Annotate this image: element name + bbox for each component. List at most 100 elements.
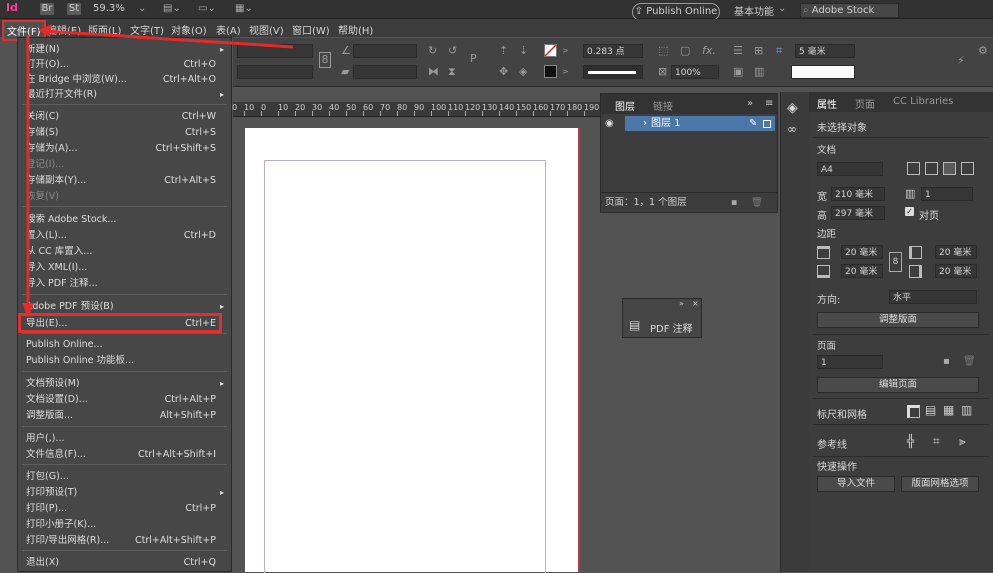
stroke-swatch-icon[interactable]	[544, 65, 557, 78]
opacity-field[interactable]: 100%	[671, 65, 719, 79]
x-position-field[interactable]	[237, 44, 313, 58]
arrange-documents-icon[interactable]: ▦⌄	[235, 3, 253, 14]
file-menu-item[interactable]: Publish Online 功能板...	[26, 353, 224, 368]
stroke-weight-field[interactable]: 0.283 点	[583, 44, 643, 58]
import-file-button[interactable]: 导入文件	[817, 476, 895, 492]
file-menu-item[interactable]: 置入(L)... Ctrl+D	[26, 228, 224, 243]
constrain-link-icon[interactable]: 8	[319, 52, 331, 68]
menu-help[interactable]: 帮助(H)	[338, 22, 373, 37]
file-menu-item[interactable]: 导入 XML(I)...	[26, 260, 224, 275]
menu-layout[interactable]: 版面(L)	[88, 22, 121, 37]
file-menu-item[interactable]: Adobe PDF 预设(B) ▸	[26, 299, 224, 314]
file-menu-item[interactable]: 存储(S) Ctrl+S	[26, 125, 224, 140]
text-wrap-icon[interactable]: ☰	[733, 44, 743, 58]
shear-angle-field[interactable]	[353, 65, 417, 79]
new-layer-icon[interactable]: ▪	[731, 193, 737, 213]
pdf-comments-panel[interactable]: » × ▤ PDF 注释	[622, 298, 702, 338]
rotate-ccw-icon[interactable]: ↺	[448, 44, 457, 58]
tab-links[interactable]: 链接	[653, 98, 673, 113]
adjust-layout-button[interactable]: 调整版面	[817, 312, 979, 328]
ruler-toggle-icon[interactable]	[907, 405, 920, 418]
close-icon[interactable]: ×	[692, 299, 699, 308]
rotation-angle-field[interactable]	[353, 44, 417, 58]
facing-pages-checkbox[interactable]: ✓	[905, 207, 914, 216]
select-container-icon[interactable]: ⇡	[499, 44, 508, 58]
adobe-stock-search-input[interactable]: ⌕ Adobe Stock	[800, 3, 899, 18]
page-size-select[interactable]: A4	[817, 162, 883, 176]
tab-layers[interactable]: 图层	[615, 98, 635, 113]
page-binding-right-icon[interactable]	[961, 162, 974, 175]
file-menu-item[interactable]: 文档预设(M) ▸	[26, 376, 224, 391]
file-menu-item[interactable]: 打印/导出网格(R)... Ctrl+Alt+Shift+P	[26, 533, 224, 548]
menu-view[interactable]: 视图(V)	[249, 22, 284, 37]
new-page-icon[interactable]: ▪	[943, 356, 950, 367]
file-menu-item[interactable]: 从 CC 库置入...	[26, 244, 224, 259]
layers-stack-icon[interactable]: ◈	[787, 100, 798, 116]
spacing-field[interactable]: 5 毫米	[795, 44, 855, 58]
show-guides-icon[interactable]: ╬	[907, 434, 914, 448]
tab-pages[interactable]: 页面	[855, 96, 875, 111]
panel-menu-icon[interactable]: ≡	[765, 98, 773, 109]
flip-horizontal-icon[interactable]: ⧓	[428, 65, 439, 79]
workspace-switcher[interactable]: 基本功能	[734, 3, 774, 18]
jump-object-icon[interactable]: ▥	[754, 65, 764, 79]
margin-left-field[interactable]: 20 毫米	[935, 245, 977, 259]
layout-grid-options-button[interactable]: 版面网格选项	[901, 476, 979, 492]
y-position-field[interactable]	[237, 65, 313, 79]
menu-edit[interactable]: 编辑(E)	[47, 22, 81, 37]
file-menu-item[interactable]: 调整版面... Alt+Shift+P	[26, 408, 224, 423]
effects-fx-icon[interactable]: fx.	[702, 44, 716, 58]
page-binding-left-icon[interactable]	[943, 162, 956, 175]
auto-fit-icon[interactable]: ⌗	[776, 44, 782, 58]
margin-bottom-field[interactable]: 20 毫米	[841, 264, 883, 278]
file-menu-item[interactable]: 打开(O)... Ctrl+O	[26, 57, 224, 72]
document-grid-icon[interactable]: ▦	[943, 403, 954, 417]
layer-row[interactable]: › 图层 1 ✎	[625, 116, 775, 131]
panel-expand-icon[interactable]: »	[747, 98, 753, 109]
file-menu-item[interactable]: 登记(I)...	[26, 157, 224, 172]
margin-link-icon[interactable]: 8	[889, 252, 902, 272]
file-menu-item[interactable]: 打印小册子(K)...	[26, 517, 224, 532]
fill-chevron-icon[interactable]: >	[562, 44, 569, 58]
layout-grid-icon[interactable]: ▥	[961, 403, 972, 417]
file-menu-item[interactable]: 最近打开文件(R) ▸	[26, 87, 224, 102]
zoom-level[interactable]: 59.3%	[93, 3, 125, 14]
file-menu-item[interactable]: 存储为(A)... Ctrl+Shift+S	[26, 141, 224, 156]
file-menu-item[interactable]: 恢复(V)	[26, 189, 224, 204]
file-menu-item[interactable]: Publish Online...	[26, 337, 224, 352]
smart-guides-icon[interactable]: ⌗	[933, 434, 940, 449]
file-menu-item[interactable]: 文档设置(D)... Ctrl+Alt+P	[26, 392, 224, 407]
reference-point-icon[interactable]: P	[470, 52, 477, 66]
menu-type[interactable]: 文字(T)	[130, 22, 164, 37]
layer-visibility-eye-icon[interactable]: ◉	[605, 118, 614, 129]
portrait-orientation-icon[interactable]	[907, 162, 920, 175]
frame-fitting-icon[interactable]: ⬚	[658, 44, 668, 58]
delete-layer-icon[interactable]: 🗑	[751, 193, 763, 213]
file-menu-item[interactable]: 关闭(C) Ctrl+W	[26, 109, 224, 124]
file-menu-item[interactable]: 打包(G)...	[26, 469, 224, 484]
view-options-icon[interactable]: ▤⌄	[163, 3, 181, 14]
margin-top-field[interactable]: 20 毫米	[841, 245, 883, 259]
pages-count-field[interactable]: 1	[921, 187, 973, 201]
horizontal-ruler[interactable]: 20 10 0 10 20 30 40 50 60 70 80 90 100 110 120 130 140 15…	[227, 102, 616, 117]
layer-expand-chevron-icon[interactable]: ›	[643, 116, 647, 131]
stroke-type-select[interactable]	[583, 65, 643, 79]
file-menu-item[interactable]: 打印(P)... Ctrl+P	[26, 501, 224, 516]
tab-cc-libraries[interactable]: CC Libraries	[893, 96, 953, 107]
file-menu-item[interactable]: 在 Bridge 中浏览(W)... Ctrl+Alt+O	[26, 72, 224, 87]
file-menu-item[interactable]: 打印预设(T) ▸	[26, 485, 224, 500]
zoom-chevron-down-icon[interactable]: ⌄	[138, 3, 146, 14]
file-menu-item[interactable]: 退出(X) Ctrl+Q	[26, 555, 224, 570]
delete-page-icon[interactable]: 🗑	[963, 356, 976, 367]
panel-expand-icon[interactable]: »	[679, 299, 684, 308]
panel-settings-icon[interactable]: ⚙	[978, 44, 988, 58]
select-content-icon[interactable]: ⇣	[519, 44, 528, 58]
style-select[interactable]	[791, 65, 855, 79]
edit-page-button[interactable]: 编辑页面	[817, 377, 979, 393]
file-menu-item[interactable]: 导入 PDF 注释...	[26, 276, 224, 291]
select-next-icon[interactable]: ◈	[519, 65, 527, 79]
menu-window[interactable]: 窗口(W)	[292, 22, 330, 37]
stock-icon[interactable]: St	[67, 3, 81, 15]
tab-properties[interactable]: 属性	[817, 96, 837, 111]
page-height-field[interactable]: 297 毫米	[831, 206, 885, 220]
